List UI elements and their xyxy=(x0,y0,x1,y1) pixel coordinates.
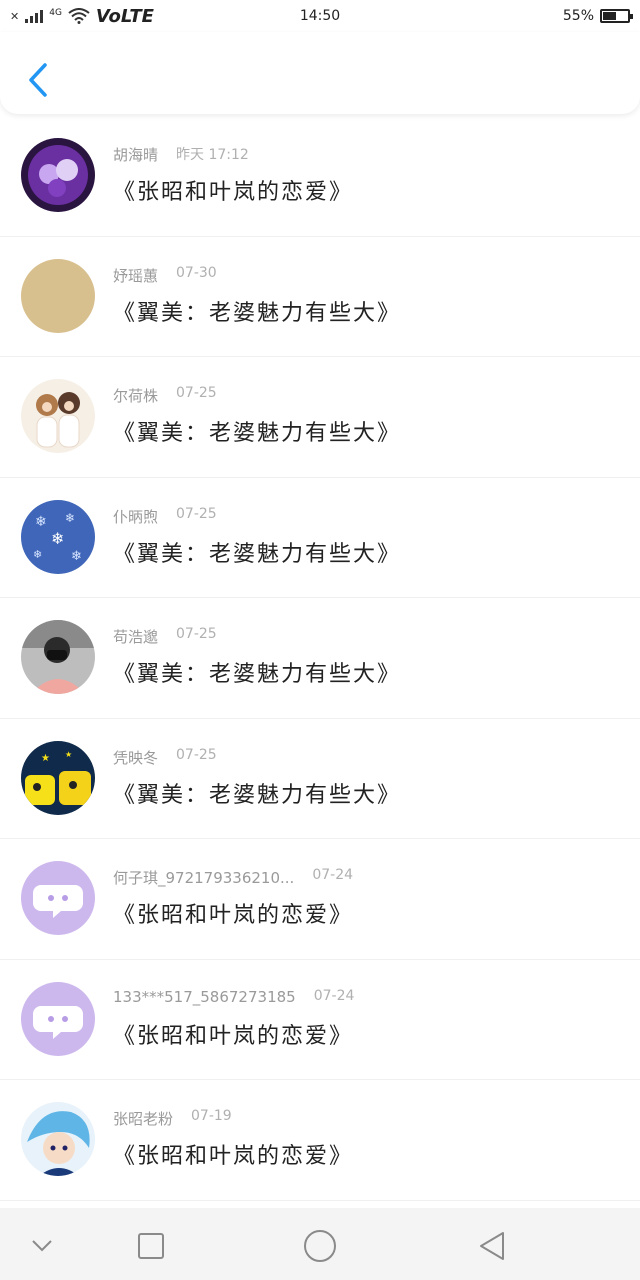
user-name[interactable]: 妤瑶蕙 xyxy=(113,265,158,286)
avatar-cartoon-yellow-icon: ★ ★ xyxy=(21,740,95,815)
book-title[interactable]: 《张昭和叶岚的恋爱》 xyxy=(113,1138,353,1170)
avatar[interactable]: ❄ ❄ ❄ ❄ ❄ xyxy=(21,499,95,574)
book-title[interactable]: 《翼美：老婆魅力有些大》 xyxy=(113,656,401,688)
list-item[interactable]: 尔荷株 07-25 《翼美：老婆魅力有些大》 xyxy=(0,357,640,478)
user-name[interactable]: 何子琪_972179336210... xyxy=(113,867,294,888)
user-name[interactable]: 苟浩邈 xyxy=(113,626,158,647)
status-left: ✕ 4G VoLTE xyxy=(10,6,154,27)
user-name[interactable]: 仆昞煦 xyxy=(113,506,158,527)
item-date: 07-25 xyxy=(176,626,217,642)
avatar-anime-blue-icon xyxy=(21,1102,95,1176)
wifi-icon xyxy=(68,8,90,24)
svg-text:★: ★ xyxy=(65,750,72,759)
book-title[interactable]: 《翼美：老婆魅力有些大》 xyxy=(113,415,401,447)
list-item[interactable]: 胡海晴 昨天 17:12 《张昭和叶岚的恋爱》 xyxy=(0,116,640,237)
item-date: 07-25 xyxy=(176,385,217,401)
battery-level xyxy=(603,12,616,20)
circle-icon xyxy=(304,1230,336,1262)
user-name[interactable]: 胡海晴 xyxy=(113,144,158,165)
user-name[interactable]: 张昭老粉 xyxy=(113,1108,173,1129)
system-nav-bar xyxy=(0,1208,640,1280)
default-chat-avatar-icon xyxy=(21,981,95,1056)
item-date: 07-24 xyxy=(312,867,354,883)
avatar-tan-icon xyxy=(21,258,95,333)
back-button[interactable] xyxy=(18,60,58,100)
avatar[interactable] xyxy=(21,981,95,1056)
book-title[interactable]: 《翼美：老婆魅力有些大》 xyxy=(113,777,401,809)
item-date: 07-24 xyxy=(313,987,355,1004)
user-name[interactable]: 凭映冬 xyxy=(113,747,158,768)
item-date: 07-25 xyxy=(176,746,217,763)
list-item[interactable]: 何子琪_972179336210... 07-24 《张昭和叶岚的恋爱》 xyxy=(0,839,640,960)
status-bar: ✕ 4G VoLTE 14:50 55% xyxy=(0,0,640,32)
battery-icon xyxy=(600,9,633,23)
item-meta: 张昭老粉 07-19 xyxy=(113,1108,232,1129)
list-item[interactable]: ❄ ❄ ❄ ❄ ❄ 仆昞煦 07-25 《翼美：老婆魅力有些大》 xyxy=(0,478,640,598)
square-icon xyxy=(138,1233,164,1259)
avatar-snowflake-icon: ❄ ❄ ❄ ❄ ❄ xyxy=(21,499,95,574)
status-right: 55% xyxy=(562,8,633,24)
header xyxy=(0,32,640,114)
avatar-man-mask-icon xyxy=(21,620,95,694)
list-item[interactable]: 妤瑶蕙 07-30 《翼美：老婆魅力有些大》 xyxy=(0,237,640,357)
battery-percent: 55% xyxy=(562,8,594,24)
list-item[interactable]: 张昭老粉 07-19 《张昭和叶岚的恋爱》 xyxy=(0,1080,640,1201)
book-title[interactable]: 《翼美：老婆魅力有些大》 xyxy=(113,536,401,568)
item-date: 07-19 xyxy=(191,1108,232,1124)
item-meta: 何子琪_972179336210... 07-24 xyxy=(113,867,353,888)
avatar-anime-purple-icon xyxy=(21,138,95,212)
book-title[interactable]: 《张昭和叶岚的恋爱》 xyxy=(113,174,353,206)
svg-text:❄: ❄ xyxy=(33,548,42,561)
list-item[interactable]: ★ ★ 凭映冬 07-25 《翼美：老婆魅力有些大》 xyxy=(0,719,640,839)
svg-text:❄: ❄ xyxy=(65,511,75,525)
avatar[interactable]: ★ ★ xyxy=(21,740,95,815)
item-meta: 尔荷株 07-25 xyxy=(113,385,217,406)
svg-text:★: ★ xyxy=(41,753,50,764)
chevron-down-icon xyxy=(32,1240,52,1252)
svg-text:❄: ❄ xyxy=(71,549,82,564)
item-date: 07-30 xyxy=(176,264,217,281)
nav-home-button[interactable] xyxy=(300,1226,340,1266)
list-item[interactable]: 133***517_5867273185 07-24 《张昭和叶岚的恋爱》 xyxy=(0,960,640,1080)
svg-text:❄: ❄ xyxy=(35,514,47,530)
book-title[interactable]: 《张昭和叶岚的恋爱》 xyxy=(113,897,353,929)
volte-label: VoLTE xyxy=(95,5,154,27)
avatar[interactable] xyxy=(21,1102,95,1176)
nav-collapse-button[interactable] xyxy=(22,1226,62,1266)
user-name[interactable]: 133***517_5867273185 xyxy=(113,988,296,1006)
item-meta: 胡海晴 昨天 17:12 xyxy=(113,144,249,165)
signal-icon xyxy=(25,9,44,23)
item-meta: 苟浩邈 07-25 xyxy=(113,626,217,647)
item-meta: 133***517_5867273185 07-24 xyxy=(113,988,354,1006)
nav-back-button[interactable] xyxy=(472,1226,512,1266)
item-date: 昨天 17:12 xyxy=(176,147,249,163)
svg-text:❄: ❄ xyxy=(51,529,64,548)
item-meta: 仆昞煦 07-25 xyxy=(113,506,217,527)
signal-off-icon: ✕ xyxy=(10,9,20,23)
default-chat-avatar-icon xyxy=(21,861,95,935)
network-type: 4G xyxy=(49,7,62,18)
avatar[interactable] xyxy=(21,620,95,694)
chevron-left-icon xyxy=(29,63,47,97)
item-date: 07-25 xyxy=(176,505,217,522)
avatar[interactable] xyxy=(21,861,95,935)
nav-recents-button[interactable] xyxy=(131,1226,171,1266)
triangle-back-icon xyxy=(480,1232,504,1260)
comment-list: 胡海晴 昨天 17:12 《张昭和叶岚的恋爱》 妤瑶蕙 07-30 《翼美：老婆… xyxy=(0,116,640,1201)
avatar[interactable] xyxy=(21,379,95,453)
item-meta: 妤瑶蕙 07-30 xyxy=(113,265,217,286)
avatar-anime-girls-icon xyxy=(21,379,95,453)
book-title[interactable]: 《张昭和叶岚的恋爱》 xyxy=(113,1018,353,1050)
list-item[interactable]: 苟浩邈 07-25 《翼美：老婆魅力有些大》 xyxy=(0,598,640,719)
book-title[interactable]: 《翼美：老婆魅力有些大》 xyxy=(113,295,401,327)
avatar[interactable] xyxy=(21,258,95,333)
user-name[interactable]: 尔荷株 xyxy=(113,385,158,406)
avatar[interactable] xyxy=(21,138,95,212)
item-meta: 凭映冬 07-25 xyxy=(113,747,217,768)
